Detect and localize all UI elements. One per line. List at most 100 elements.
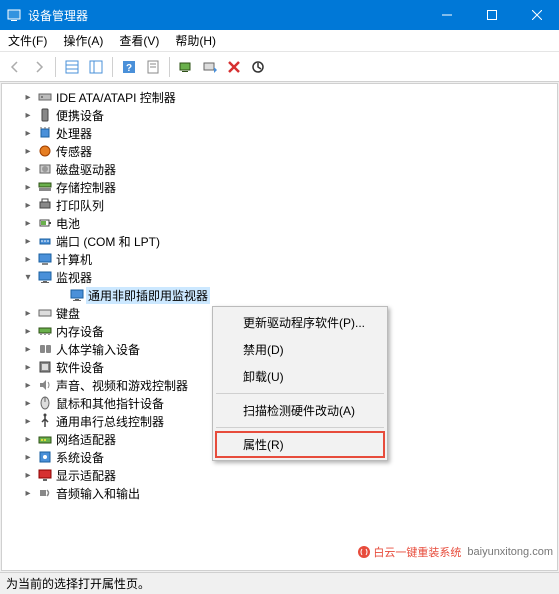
expander-icon[interactable]: ▸: [20, 236, 36, 247]
back-button[interactable]: [4, 56, 26, 78]
tree-item[interactable]: ▸ 音频输入和输出: [2, 484, 557, 502]
tree-item-label: 系统设备: [54, 449, 106, 466]
audio-icon: [36, 485, 54, 501]
minimize-button[interactable]: [424, 0, 469, 30]
system-icon: [36, 449, 54, 465]
window-title: 设备管理器: [28, 7, 424, 24]
port-icon: [36, 233, 54, 249]
tree-item[interactable]: ▸打印队列: [2, 196, 557, 214]
expander-icon[interactable]: ▸: [20, 110, 36, 121]
display-icon: [36, 467, 54, 483]
tree-item-label: IDE ATA/ATAPI 控制器: [54, 89, 178, 106]
tree-item[interactable]: ▸ 计算机: [2, 250, 557, 268]
expander-icon[interactable]: ▸: [20, 380, 36, 391]
expander-icon[interactable]: ▾: [20, 272, 36, 283]
ctx-uninstall[interactable]: 卸载(U): [215, 363, 385, 390]
scan-hardware-button[interactable]: [175, 56, 197, 78]
sensor-icon: [36, 143, 54, 159]
tree-item-label: 端口 (COM 和 LPT): [54, 233, 162, 250]
tree-item-label: 通用非即插即用监视器: [86, 287, 210, 304]
device-tree-container[interactable]: ▸IDE ATA/ATAPI 控制器▸便携设备▸处理器▸传感器▸磁盘驱动器▸存储…: [1, 83, 558, 571]
help-button[interactable]: ?: [118, 56, 140, 78]
forward-button[interactable]: [28, 56, 50, 78]
expander-icon[interactable]: ▸: [20, 182, 36, 193]
tree-item-label: 音频输入和输出: [54, 485, 142, 502]
expander-icon[interactable]: ▸: [20, 470, 36, 481]
tree-item[interactable]: ▸ 便携设备: [2, 106, 557, 124]
tree-item-label: 键盘: [54, 305, 82, 322]
tree-item[interactable]: ▸ IDE ATA/ATAPI 控制器: [2, 88, 557, 106]
ctx-separator: [216, 393, 384, 394]
close-button[interactable]: [514, 0, 559, 30]
expander-icon[interactable]: ▸: [20, 416, 36, 427]
expander-icon[interactable]: ▸: [20, 488, 36, 499]
tree-item-label: 声音、视频和游戏控制器: [54, 377, 190, 394]
uninstall-button[interactable]: [223, 56, 245, 78]
expander-icon[interactable]: ▸: [20, 164, 36, 175]
tree-item-label: 存储控制器: [54, 179, 118, 196]
update-driver-button[interactable]: [199, 56, 221, 78]
expander-icon[interactable]: ▸: [20, 92, 36, 103]
ctx-disable[interactable]: 禁用(D): [215, 336, 385, 363]
menu-help[interactable]: 帮助(H): [167, 30, 224, 51]
expander-icon[interactable]: ▸: [20, 128, 36, 139]
expander-icon[interactable]: ▸: [20, 362, 36, 373]
keyboard-icon: [36, 305, 54, 321]
list-button[interactable]: [85, 56, 107, 78]
sound-icon: [36, 377, 54, 393]
expander-icon[interactable]: ▸: [20, 452, 36, 463]
tree-item-label: 监视器: [54, 269, 94, 286]
expander-icon[interactable]: ▸: [20, 326, 36, 337]
expander-icon[interactable]: ▸: [20, 254, 36, 265]
tree-item-label: 计算机: [54, 251, 94, 268]
svg-text:?: ?: [126, 63, 132, 74]
ctx-properties[interactable]: 属性(R): [215, 431, 385, 458]
tree-item-label: 便携设备: [54, 107, 106, 124]
tree-item-label: 网络适配器: [54, 431, 118, 448]
network-icon: [36, 431, 54, 447]
tree-item-label: 传感器: [54, 143, 94, 160]
computer-icon: [36, 251, 54, 267]
ctx-scan[interactable]: 扫描检测硬件改动(A): [215, 397, 385, 424]
tree-item[interactable]: 通用非即插即用监视器: [2, 286, 557, 304]
tree-item[interactable]: ▾ 监视器: [2, 268, 557, 286]
tree-item-label: 通用串行总线控制器: [54, 413, 166, 430]
expander-icon[interactable]: ▸: [20, 146, 36, 157]
tree-item-label: 电池: [54, 215, 82, 232]
properties-button[interactable]: [142, 56, 164, 78]
expander-icon[interactable]: ▸: [20, 200, 36, 211]
tree-item[interactable]: ▸ 显示适配器: [2, 466, 557, 484]
hid-icon: [36, 341, 54, 357]
statusbar: 为当前的选择打开属性页。: [0, 572, 559, 594]
monitor-icon: [36, 269, 54, 285]
details-button[interactable]: [61, 56, 83, 78]
maximize-button[interactable]: [469, 0, 514, 30]
tree-item[interactable]: ▸ 传感器: [2, 142, 557, 160]
mouse-icon: [36, 395, 54, 411]
ctx-update-driver[interactable]: 更新驱动程序软件(P)...: [215, 309, 385, 336]
tree-item[interactable]: ▸ 磁盘驱动器: [2, 160, 557, 178]
tree-item[interactable]: ▸ 端口 (COM 和 LPT): [2, 232, 557, 250]
usb-icon: [36, 413, 54, 429]
tree-item-label: 磁盘驱动器: [54, 161, 118, 178]
menu-view[interactable]: 查看(V): [111, 30, 167, 51]
expander-icon[interactable]: ▸: [20, 344, 36, 355]
expander-icon[interactable]: ▸: [20, 308, 36, 319]
memory-icon: [36, 323, 54, 339]
tree-item-label: 显示适配器: [54, 467, 118, 484]
disable-button[interactable]: [247, 56, 269, 78]
context-menu: 更新驱动程序软件(P)... 禁用(D) 卸载(U) 扫描检测硬件改动(A) 属…: [212, 306, 388, 461]
expander-icon[interactable]: ▸: [20, 218, 36, 229]
portable-icon: [36, 107, 54, 123]
menu-file[interactable]: 文件(F): [0, 30, 55, 51]
menu-action[interactable]: 操作(A): [55, 30, 111, 51]
tree-item[interactable]: ▸处理器: [2, 124, 557, 142]
expander-icon[interactable]: ▸: [20, 398, 36, 409]
tree-item[interactable]: ▸ 存储控制器: [2, 178, 557, 196]
tree-item[interactable]: ▸ 电池: [2, 214, 557, 232]
battery-icon: [36, 215, 54, 231]
tree-item-label: 软件设备: [54, 359, 106, 376]
cpu-icon: [36, 125, 54, 141]
disk-icon: [36, 161, 54, 177]
expander-icon[interactable]: ▸: [20, 434, 36, 445]
